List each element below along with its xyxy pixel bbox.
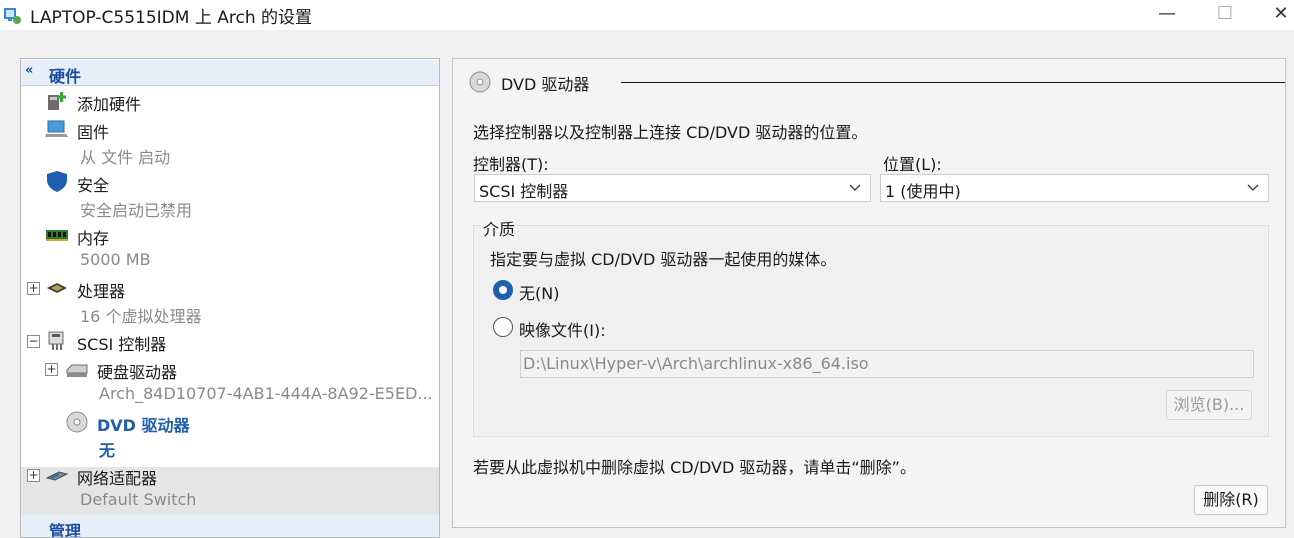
collapse-minus-icon[interactable]: − bbox=[27, 335, 40, 348]
tree-item-detail: Arch_84D10707-4AB1-444A-8A92-E5ED... bbox=[99, 384, 433, 403]
tree-item-network-adapter[interactable]: + 网络适配器 Default Switch bbox=[21, 462, 439, 514]
tree-item-scsi-controller[interactable]: − SCSI 控制器 bbox=[21, 328, 439, 354]
tree-item-detail: 从 文件 启动 bbox=[80, 148, 171, 167]
hyper-v-settings-icon bbox=[4, 8, 21, 24]
none-radio[interactable] bbox=[493, 280, 513, 300]
tree-item-label: 处理器 bbox=[77, 282, 126, 301]
image-path-input[interactable]: D:\Linux\Hyper-v\Arch\archlinux-x86_64.i… bbox=[520, 350, 1254, 378]
title-bar: LAPTOP-C5515IDM 上 Arch 的设置 — ☐ ✕ bbox=[0, 0, 1294, 30]
tree-item-detail: 安全启动已禁用 bbox=[80, 201, 193, 220]
hardware-section-header[interactable]: « 硬件 bbox=[21, 60, 439, 86]
tree-item-firmware[interactable]: 固件 从 文件 启动 bbox=[21, 116, 439, 168]
management-section-label: 管理 bbox=[49, 522, 82, 538]
image-file-radio[interactable] bbox=[493, 317, 513, 337]
controller-select-value: SCSI 控制器 bbox=[479, 182, 569, 201]
section-divider bbox=[621, 82, 1285, 83]
location-label: 位置(L): bbox=[883, 155, 942, 174]
tree-item-memory[interactable]: 内存 5000 MB bbox=[21, 222, 439, 274]
tree-item-detail: 无 bbox=[99, 441, 116, 460]
hardware-tree: « 硬件 添加硬件 固件 从 文件 启动 安全 安全启动已禁用 内存 5000 … bbox=[20, 58, 440, 538]
tree-item-hard-drive[interactable]: + 硬盘驱动器 Arch_84D10707-4AB1-444A-8A92-E5E… bbox=[21, 356, 439, 408]
chevron-down-icon bbox=[1247, 184, 1259, 191]
expand-plus-icon[interactable]: + bbox=[45, 363, 58, 376]
image-path-value: D:\Linux\Hyper-v\Arch\archlinux-x86_64.i… bbox=[523, 354, 869, 373]
dvd-disc-icon bbox=[66, 411, 88, 433]
tree-item-label: 添加硬件 bbox=[77, 95, 142, 114]
dvd-drive-settings-panel: DVD 驱动器 选择控制器以及控制器上连接 CD/DVD 驱动器的位置。 控制器… bbox=[452, 58, 1286, 528]
close-button[interactable]: ✕ bbox=[1258, 0, 1294, 30]
minimize-button[interactable]: — bbox=[1144, 0, 1190, 30]
remove-hint: 若要从此虚拟机中删除虚拟 CD/DVD 驱动器，请单击“删除”。 bbox=[473, 458, 916, 477]
hard-drive-icon bbox=[66, 364, 88, 377]
add-hardware-icon bbox=[48, 92, 66, 110]
media-group-label: 介质 bbox=[481, 216, 518, 240]
tree-item-security[interactable]: 安全 安全启动已禁用 bbox=[21, 169, 439, 221]
tree-item-detail: Default Switch bbox=[80, 490, 197, 509]
network-adapter-icon bbox=[45, 471, 69, 481]
image-file-radio-label[interactable]: 映像文件(I): bbox=[519, 317, 606, 341]
memory-chip-icon bbox=[46, 230, 68, 241]
hardware-section-label: 硬件 bbox=[49, 67, 82, 86]
location-select[interactable]: 1 (使用中) bbox=[880, 174, 1269, 202]
firmware-monitor-icon bbox=[45, 120, 68, 137]
maximize-button[interactable]: ☐ bbox=[1202, 0, 1248, 30]
tree-item-label: DVD 驱动器 bbox=[97, 416, 190, 435]
tree-item-label: 硬盘驱动器 bbox=[97, 363, 178, 382]
window-title: LAPTOP-C5515IDM 上 Arch 的设置 bbox=[30, 8, 313, 28]
tree-item-label: 固件 bbox=[77, 123, 110, 142]
tree-item-label: SCSI 控制器 bbox=[77, 335, 167, 354]
browse-button[interactable]: 浏览(B)... bbox=[1166, 390, 1252, 420]
processor-icon bbox=[47, 283, 67, 293]
location-select-value: 1 (使用中) bbox=[885, 182, 961, 201]
remove-button[interactable]: 删除(R) bbox=[1194, 485, 1268, 515]
expand-plus-icon[interactable]: + bbox=[27, 469, 40, 482]
section-header: DVD 驱动器 bbox=[469, 70, 1285, 94]
tree-item-label: 内存 bbox=[77, 229, 110, 248]
section-title: DVD 驱动器 bbox=[501, 75, 590, 94]
scsi-controller-icon bbox=[48, 331, 64, 350]
media-group: 指定要与虚拟 CD/DVD 驱动器一起使用的媒体。 无(N) 映像文件(I): … bbox=[473, 225, 1269, 437]
expand-plus-icon[interactable]: + bbox=[27, 282, 40, 295]
tree-item-add-hardware[interactable]: 添加硬件 bbox=[21, 88, 439, 114]
tree-item-processor[interactable]: + 处理器 16 个虚拟处理器 bbox=[21, 275, 439, 327]
tree-item-detail: 5000 MB bbox=[80, 250, 151, 269]
management-section-header[interactable]: 管理 bbox=[21, 515, 439, 538]
collapse-chevron-icon[interactable]: « bbox=[25, 63, 33, 78]
controller-select[interactable]: SCSI 控制器 bbox=[474, 174, 871, 202]
chevron-down-icon bbox=[849, 184, 861, 191]
tree-item-label: 网络适配器 bbox=[77, 469, 158, 488]
tree-item-dvd-drive[interactable]: DVD 驱动器 无 bbox=[21, 409, 439, 461]
tree-item-label: 安全 bbox=[77, 176, 110, 195]
shield-icon bbox=[47, 171, 67, 192]
dvd-disc-icon bbox=[469, 71, 491, 93]
dvd-description: 选择控制器以及控制器上连接 CD/DVD 驱动器的位置。 bbox=[473, 123, 868, 142]
none-radio-label[interactable]: 无(N) bbox=[519, 280, 559, 304]
controller-label: 控制器(T): bbox=[473, 155, 549, 174]
tree-item-detail: 16 个虚拟处理器 bbox=[80, 307, 202, 326]
media-description: 指定要与虚拟 CD/DVD 驱动器一起使用的媒体。 bbox=[490, 250, 837, 269]
